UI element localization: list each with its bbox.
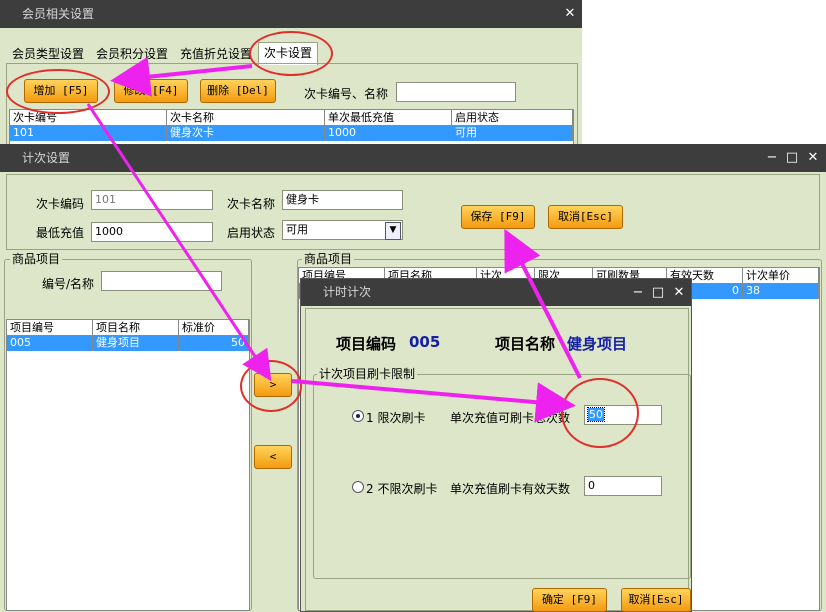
limit-group-legend: 计次项目刷卡限制 (317, 367, 418, 381)
close-icon[interactable]: ✕ (562, 0, 578, 28)
tab-member-points[interactable]: 会员积分设置 (96, 44, 168, 64)
member-settings-titlebar: 会员相关设置 ✕ (0, 0, 582, 28)
goods-search-label: 编号/名称 (42, 277, 95, 291)
card-code-field[interactable]: 101 (91, 190, 213, 210)
count-settings-title: 计次设置 (22, 151, 71, 165)
dialog-cancel-button[interactable]: 取消[Esc] (621, 588, 691, 612)
goods-group-legend: 商品项目 (10, 252, 63, 266)
project-name-value: 健身项目 (567, 335, 628, 353)
maximize-icon[interactable]: □ (784, 144, 800, 172)
highlight-circle-count (561, 378, 639, 448)
cell-name: 健身项目 (93, 336, 179, 351)
member-settings-title: 会员相关设置 (22, 7, 95, 21)
status-select[interactable]: 可用 ▼ (282, 220, 403, 240)
time-count-title: 计时计次 (323, 285, 372, 299)
project-code-value: 005 (409, 333, 441, 351)
cell-code: 005 (7, 336, 93, 351)
goods-col-price[interactable]: 标准价 (179, 320, 249, 335)
delete-button[interactable]: 删除 [Del] (200, 79, 276, 103)
min-recharge-field[interactable]: 1000 (91, 222, 213, 242)
project-code-label: 项目编码 (336, 335, 397, 353)
goods-col-code[interactable]: 项目编号 (7, 320, 93, 335)
total-count-label: 单次充值可刷卡总次数 (450, 411, 571, 425)
close-icon[interactable]: ✕ (671, 279, 687, 306)
limited-radio[interactable] (352, 410, 364, 422)
cancel-button[interactable]: 取消[Esc] (548, 205, 623, 229)
highlight-circle-tab (249, 31, 333, 76)
card-col-name[interactable]: 次卡名称 (167, 110, 325, 125)
card-name-field[interactable]: 健身卡 (282, 190, 403, 210)
tab-recharge-discount[interactable]: 充值折兑设置 (180, 44, 252, 64)
unlimited-radio[interactable] (352, 481, 364, 493)
status-select-value: 可用 (286, 223, 308, 236)
tab-member-type[interactable]: 会员类型设置 (12, 44, 84, 64)
maximize-icon[interactable]: □ (650, 279, 666, 306)
highlight-circle-add (6, 69, 110, 114)
card-col-min-recharge[interactable]: 单次最低充值 (325, 110, 452, 125)
card-search-label: 次卡编号、名称 (304, 87, 389, 101)
move-left-button[interactable]: < (254, 445, 292, 469)
time-count-titlebar: 计时计次 − □ ✕ (301, 279, 691, 306)
cell-code: 101 (10, 126, 167, 141)
cell-price: 50 (179, 336, 249, 351)
goods-table: 项目编号 项目名称 标准价 005 健身项目 50 (6, 319, 250, 611)
confirm-button[interactable]: 确定 [F9] (532, 588, 607, 612)
count-settings-titlebar: 计次设置 − □ ✕ (0, 144, 826, 172)
limited-radio-label[interactable]: 1 限次刷卡 (366, 409, 425, 426)
card-search-input[interactable] (396, 82, 516, 102)
min-recharge-label: 最低充值 (36, 226, 85, 240)
highlight-circle-move (240, 360, 302, 412)
items-col-unit-price[interactable]: 计次单价 (743, 268, 819, 283)
minimize-icon[interactable]: − (764, 144, 780, 172)
table-row[interactable]: 101 健身次卡 1000 可用 (10, 126, 573, 141)
chevron-down-icon[interactable]: ▼ (385, 222, 401, 240)
project-name-label: 项目名称 (495, 335, 556, 353)
items-group-legend: 商品项目 (302, 252, 355, 266)
cell-unit-price: 38 (743, 284, 819, 299)
goods-table-header: 项目编号 项目名称 标准价 (7, 320, 249, 336)
card-table-header: 次卡编号 次卡名称 单次最低充值 启用状态 (10, 110, 573, 126)
cell-status: 可用 (452, 126, 573, 141)
time-count-dialog: 计时计次 − □ ✕ 项目编码 005 项目名称 健身项目 计次项目刷卡限制 1… (300, 278, 692, 612)
goods-col-name[interactable]: 项目名称 (93, 320, 179, 335)
card-name-label: 次卡名称 (227, 197, 276, 211)
goods-search-input[interactable] (101, 271, 222, 291)
minimize-icon[interactable]: − (630, 279, 646, 306)
cell-min-recharge: 1000 (325, 126, 452, 141)
unlimited-radio-label[interactable]: 2 不限次刷卡 (366, 480, 437, 497)
edit-button[interactable]: 修改 [F4] (114, 79, 188, 103)
status-label: 启用状态 (227, 226, 276, 240)
card-code-label: 次卡编码 (36, 197, 85, 211)
valid-days-label: 单次充值刷卡有效天数 (450, 482, 571, 496)
card-table: 次卡编号 次卡名称 单次最低充值 启用状态 101 健身次卡 1000 可用 (9, 109, 574, 145)
save-button[interactable]: 保存 [F9] (461, 205, 535, 229)
close-icon[interactable]: ✕ (805, 144, 821, 172)
valid-days-input[interactable]: 0 (584, 476, 662, 496)
card-col-status[interactable]: 启用状态 (452, 110, 573, 125)
table-row[interactable]: 005 健身项目 50 (7, 336, 249, 351)
card-col-code[interactable]: 次卡编号 (10, 110, 167, 125)
cell-name: 健身次卡 (167, 126, 325, 141)
